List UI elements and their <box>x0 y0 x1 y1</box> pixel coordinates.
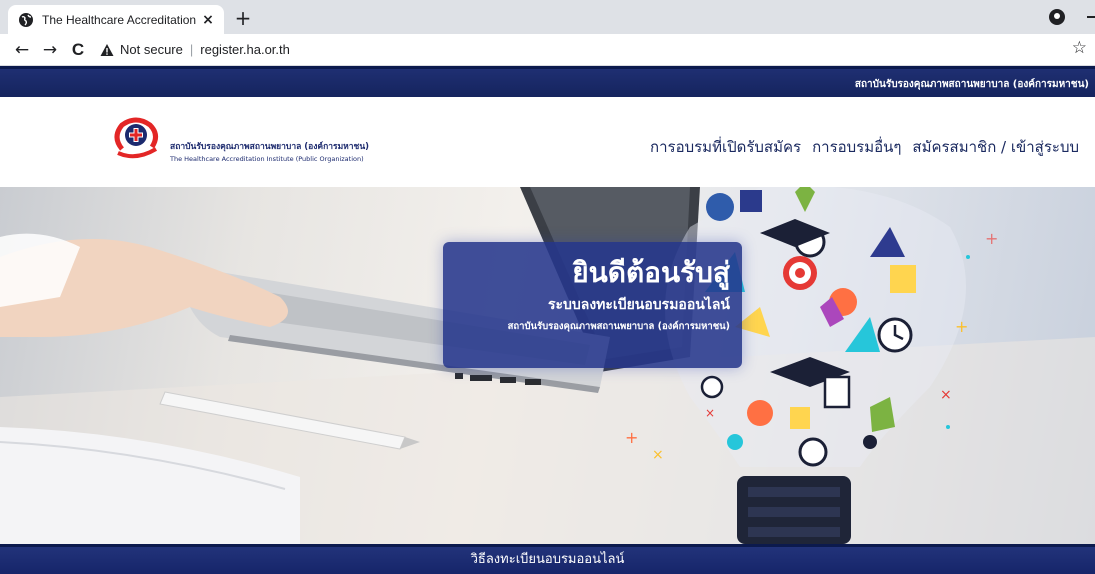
logo-text: สถาบันรับรองคุณภาพสถานพยาบาล (องค์การมหา… <box>170 139 369 163</box>
ha-logo-icon[interactable] <box>108 115 164 159</box>
svg-text:+: + <box>625 428 638 447</box>
url-separator: | <box>189 42 194 57</box>
site-header: สถาบันรับรองคุณภาพสถานพยาบาล (องค์การมหา… <box>0 97 1095 187</box>
tab-title: The Healthcare Accreditation Insti <box>42 12 200 27</box>
profile-icon[interactable] <box>1049 9 1065 25</box>
security-label: Not secure <box>120 42 183 57</box>
svg-text:×: × <box>705 406 715 420</box>
new-tab-button[interactable]: + <box>232 7 254 29</box>
menu-open-trainings[interactable]: การอบรมที่เปิดรับสมัคร <box>650 135 801 159</box>
omnibox[interactable]: Not secure | register.ha.or.th <box>100 37 290 63</box>
forward-button[interactable]: → <box>36 36 64 64</box>
main-menu: การอบรมที่เปิดรับสมัคร การอบรมอื่นๆ สมัค… <box>650 135 1079 159</box>
svg-text:×: × <box>652 447 664 463</box>
minimize-icon[interactable] <box>1087 16 1095 18</box>
registration-guide-link[interactable]: วิธีลงทะเบียนอบรมออนไลน์ <box>0 544 1095 574</box>
tab-close-icon[interactable]: × <box>200 12 216 28</box>
menu-other-trainings[interactable]: การอบรมอื่นๆ <box>812 135 901 159</box>
browser-tab[interactable]: The Healthcare Accreditation Insti × <box>8 5 224 34</box>
url-text: register.ha.or.th <box>200 42 290 57</box>
welcome-org-name: สถาบันรับรองคุณภาพสถานพยาบาล (องค์การมหา… <box>507 321 730 332</box>
browser-tab-strip: The Healthcare Accreditation Insti × + <box>0 0 1095 34</box>
globe-icon <box>19 12 33 27</box>
back-button[interactable]: ← <box>8 36 36 64</box>
hero-banner: + + × + × × ยินดีต้อนรับสู่ ระบบลงทะเบีย… <box>0 187 1095 544</box>
svg-text:+: + <box>985 229 998 248</box>
logo-thai-name: สถาบันรับรองคุณภาพสถานพยาบาล (องค์การมหา… <box>170 142 370 152</box>
top-strip: สถาบันรับรองคุณภาพสถานพยาบาล (องค์การมหา… <box>0 66 1095 97</box>
warning-icon <box>100 43 114 56</box>
welcome-title: ยินดีต้อนรับสู่ <box>572 256 730 289</box>
reload-button[interactable]: C <box>64 36 92 64</box>
svg-text:×: × <box>940 387 952 403</box>
top-strip-org-name: สถาบันรับรองคุณภาพสถานพยาบาล (องค์การมหา… <box>854 79 1089 90</box>
svg-text:+: + <box>955 317 968 336</box>
menu-register-login[interactable]: สมัครสมาชิก / เข้าสู่ระบบ <box>912 135 1079 159</box>
bookmark-star-icon[interactable]: ☆ <box>1072 38 1087 58</box>
welcome-panel: ยินดีต้อนรับสู่ ระบบลงทะเบียนอบรมออนไลน์… <box>443 242 742 368</box>
address-bar: ← → C Not secure | register.ha.or.th ☆ <box>0 34 1095 66</box>
welcome-subtitle: ระบบลงทะเบียนอบรมออนไลน์ <box>547 297 730 313</box>
logo-english-name: The Healthcare Accreditation Institute (… <box>170 155 364 163</box>
